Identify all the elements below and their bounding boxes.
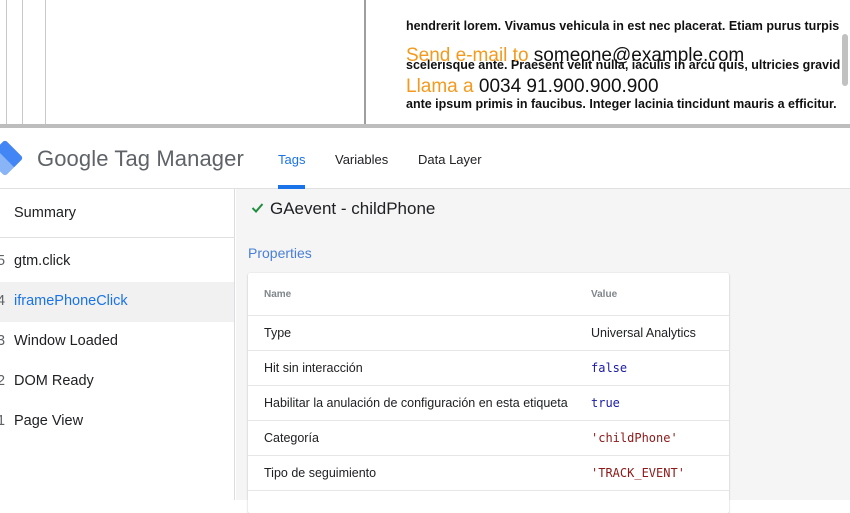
sidebar-item-page-view[interactable]: 1 Page View [0, 402, 234, 442]
preview-column-line [22, 0, 23, 126]
email-label: Send e-mail to [406, 45, 529, 66]
properties-table: Name Value Type Universal Analytics Hit … [248, 273, 729, 513]
sidebar-separator [0, 237, 235, 238]
preview-column-line [6, 0, 7, 126]
gtm-header: Google Tag Manager Tags Variables Data L… [0, 128, 850, 189]
property-value: true [591, 396, 620, 410]
check-icon [251, 203, 264, 213]
property-name: Habilitar la anulación de configuración … [264, 396, 568, 410]
tag-title: GAevent - childPhone [270, 199, 436, 218]
tab-data-layer[interactable]: Data Layer [418, 152, 482, 167]
phone-link[interactable]: Llama a 0034 91.900.900.900 [406, 76, 659, 98]
event-number: 5 [0, 253, 6, 269]
tag-detail-panel: GAevent - childPhone Properties Name Val… [236, 189, 850, 513]
properties-heading: Properties [248, 245, 312, 261]
property-name: Hit sin interacción [264, 361, 363, 375]
sidebar-item-label: DOM Ready [14, 373, 94, 389]
sidebar-summary[interactable]: Summary [14, 205, 76, 221]
property-value: 'childPhone' [591, 431, 678, 445]
gtm-logo-icon [0, 139, 24, 177]
table-row: Categoría 'childPhone' [248, 420, 729, 455]
lorem-line: hendrerit lorem. Vivamus vehicula in est… [406, 19, 840, 33]
event-number: 3 [0, 333, 6, 349]
site-preview: hendrerit lorem. Vivamus vehicula in est… [0, 0, 850, 126]
property-value: false [591, 361, 628, 375]
property-value: Universal Analytics [591, 326, 696, 340]
sidebar-item-window-loaded[interactable]: 3 Window Loaded [0, 322, 234, 362]
column-header-name: Name [264, 289, 292, 300]
column-header-value: Value [591, 289, 618, 300]
table-row: Type Universal Analytics [248, 315, 729, 350]
sidebar-item-label: Window Loaded [14, 333, 118, 349]
sidebar-item-label: Page View [14, 413, 84, 429]
email-value: someone@example.com [533, 45, 745, 66]
phone-value: 0034 91.900.900.900 [478, 76, 659, 97]
sidebar-item-label: iframePhoneClick [14, 293, 128, 309]
preview-column-line [45, 0, 46, 126]
lorem-line: ante ipsum primis in faucibus. Integer l… [406, 97, 837, 111]
property-name: Tipo de seguimiento [264, 466, 377, 480]
brand-title: Google Tag Manager [37, 146, 244, 172]
phone-label: Llama a [406, 76, 474, 97]
event-number: 4 [0, 293, 6, 309]
sidebar-item-dom-ready[interactable]: 2 DOM Ready [0, 362, 234, 402]
tab-tags[interactable]: Tags [278, 152, 305, 167]
property-value: 'TRACK_EVENT' [591, 466, 685, 480]
sidebar-item-gtm-click[interactable]: 5 gtm.click [0, 242, 234, 282]
brand-google: Google [37, 146, 109, 171]
table-row: Hit sin interacción false [248, 350, 729, 385]
table-row: Habilitar la anulación de configuración … [248, 385, 729, 420]
brand-product: Tag Manager [114, 146, 244, 171]
preview-scrollbar-thumb[interactable] [842, 34, 848, 86]
event-number: 2 [0, 373, 6, 389]
table-row: Tipo de seguimiento 'TRACK_EVENT' [248, 455, 729, 490]
property-name: Categoría [264, 431, 319, 445]
property-name: Type [264, 326, 292, 340]
sidebar-item-label: gtm.click [14, 253, 71, 269]
sidebar-item-iframephoneclick[interactable]: 4 iframePhoneClick [0, 282, 234, 322]
tab-variables[interactable]: Variables [335, 152, 388, 167]
event-number: 1 [0, 413, 6, 429]
table-row [248, 490, 729, 513]
event-sidebar: Summary 5 gtm.click 4 iframePhoneClick 3… [0, 189, 235, 500]
email-link[interactable]: Send e-mail to someone@example.com [406, 45, 744, 67]
